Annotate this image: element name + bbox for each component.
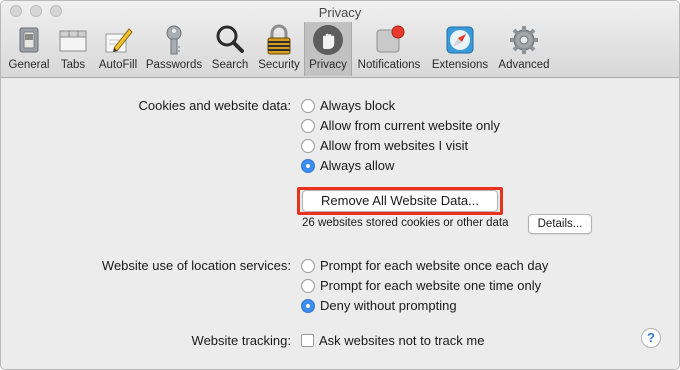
radio-label: Allow from websites I visit (320, 138, 469, 153)
checkbox-box[interactable] (301, 334, 314, 347)
radio-button[interactable] (301, 259, 315, 273)
stored-data-text: 26 websites stored cookies or other data (302, 217, 509, 229)
switch-icon (19, 27, 39, 53)
title-bar: Privacy General Tabs AutoFill Passwords … (1, 1, 679, 78)
padlock-icon (267, 24, 291, 55)
magnifier-icon (216, 25, 244, 53)
key-icon (166, 25, 182, 55)
radio-button[interactable] (301, 99, 315, 113)
radio-button-selected[interactable] (301, 299, 315, 313)
toolbar-notifications[interactable]: Notifications (353, 22, 425, 76)
compass-icon (446, 26, 474, 54)
toolbar-label: Search (211, 59, 249, 71)
toolbar-general[interactable]: General (5, 22, 53, 76)
radio-label: Deny without prompting (320, 298, 457, 313)
toolbar-label: Tabs (60, 59, 86, 71)
location-label: Website use of location services: (101, 258, 291, 273)
pencil-icon (105, 28, 133, 53)
preferences-window: Privacy General Tabs AutoFill Passwords … (0, 0, 680, 370)
hand-icon (313, 25, 343, 55)
toolbar-security[interactable]: Security (255, 22, 303, 76)
toolbar-passwords[interactable]: Passwords (143, 22, 205, 76)
radio-label: Prompt for each website one time only (320, 278, 542, 293)
radio-button[interactable] (301, 119, 315, 133)
toolbar-extensions[interactable]: Extensions (428, 22, 492, 76)
toolbar-label: Advanced (498, 59, 550, 71)
toolbar-tabs[interactable]: Tabs (53, 22, 93, 76)
radio-label: Always allow (320, 158, 395, 173)
radio-label: Prompt for each website once each day (320, 258, 549, 273)
radio-button[interactable] (301, 279, 315, 293)
toolbar-label: AutoFill (98, 59, 138, 71)
radio-button[interactable] (301, 139, 315, 153)
privacy-pane: Cookies and website data: Always block A… (1, 78, 679, 369)
toolbar-label: Privacy (309, 59, 347, 71)
gear-icon (510, 26, 538, 54)
toolbar-label: Security (258, 59, 300, 71)
window-title: Privacy (318, 5, 362, 20)
tabs-icon (59, 30, 87, 52)
toolbar-autofill[interactable]: AutoFill (95, 22, 141, 76)
highlight-box (297, 187, 503, 215)
help-button[interactable]: ? (641, 328, 661, 348)
toolbar-label: General (8, 59, 50, 71)
details-button[interactable]: Details... (528, 214, 592, 234)
checkbox-label: Ask websites not to track me (319, 333, 485, 348)
radio-label: Allow from current website only (320, 118, 500, 133)
tracking-label: Website tracking: (191, 333, 291, 348)
radio-label: Always block (320, 98, 396, 113)
toolbar-privacy[interactable]: Privacy (304, 22, 352, 76)
toolbar-label: Notifications (357, 59, 421, 71)
toolbar-label: Extensions (431, 59, 489, 71)
radio-button-selected[interactable] (301, 159, 315, 173)
toolbar-label: Passwords (145, 59, 203, 71)
notification-icon (376, 25, 405, 53)
toolbar-search[interactable]: Search (207, 22, 253, 76)
cookies-label: Cookies and website data: (138, 98, 291, 113)
toolbar-advanced[interactable]: Advanced (494, 22, 554, 76)
